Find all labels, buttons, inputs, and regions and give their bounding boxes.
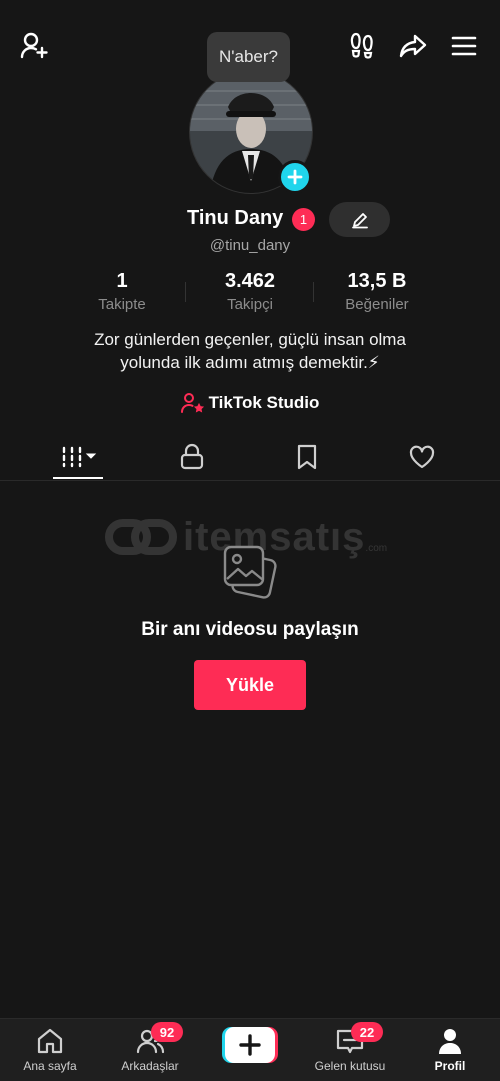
- tabs-divider: [0, 480, 500, 481]
- share-arrow-icon: [399, 34, 427, 58]
- menu-button[interactable]: [446, 28, 482, 64]
- profile-icon: [439, 1029, 461, 1054]
- home-icon: [37, 1028, 63, 1054]
- nav-profile[interactable]: Profil: [400, 1019, 500, 1081]
- empty-state-title: Bir anı videosu paylaşın: [141, 619, 359, 640]
- display-name: Tinu Dany: [187, 207, 284, 229]
- followers-stat[interactable]: 3.462 Takipçi: [190, 270, 310, 313]
- tab-liked[interactable]: [372, 434, 472, 480]
- following-label: Takipte: [98, 296, 146, 313]
- tiktok-studio-link[interactable]: TikTok Studio: [0, 392, 500, 414]
- tab-videos[interactable]: [28, 434, 128, 480]
- friends-badge: 92: [151, 1022, 183, 1042]
- bookmark-icon: [297, 444, 317, 470]
- hamburger-menu-icon: [451, 36, 477, 56]
- plus-icon: [287, 169, 303, 185]
- likes-stat[interactable]: 13,5 B Beğeniler: [317, 270, 437, 313]
- profile-views-button[interactable]: [344, 28, 380, 64]
- following-count: 1: [116, 270, 128, 292]
- stat-divider: [185, 282, 186, 302]
- tab-private[interactable]: [142, 434, 242, 480]
- stat-divider: [313, 282, 314, 302]
- content-tabs: [0, 434, 500, 480]
- likes-count: 13,5 B: [347, 270, 407, 292]
- share-profile-button[interactable]: [395, 28, 431, 64]
- followers-label: Takipçi: [227, 296, 273, 313]
- nav-friends[interactable]: 92 Arkadaşlar: [100, 1019, 200, 1081]
- name-badge: 1: [292, 208, 315, 231]
- person-plus-icon: [20, 32, 48, 59]
- pencil-icon: [351, 212, 368, 228]
- nav-friends-label: Arkadaşlar: [121, 1059, 179, 1073]
- inbox-badge: 22: [351, 1022, 383, 1042]
- note-bubble[interactable]: N'aber?: [207, 32, 290, 82]
- create-plus-icon: [222, 1027, 278, 1063]
- edit-profile-button[interactable]: [329, 202, 390, 237]
- add-friend-button[interactable]: [16, 28, 52, 64]
- nav-home[interactable]: Ana sayfa: [0, 1019, 100, 1081]
- bio-line-2: yolunda ilk adımı atmış demektir.⚡: [120, 353, 380, 372]
- footprints-icon: [350, 32, 373, 59]
- nav-create[interactable]: [200, 1019, 300, 1081]
- profile-bio: Zor günlerden geçenler, güçlü insan olma…: [50, 328, 450, 374]
- heart-icon: [409, 445, 435, 469]
- nav-inbox-label: Gelen kutusu: [314, 1059, 386, 1073]
- likes-label: Beğeniler: [345, 296, 409, 313]
- followers-count: 3.462: [224, 270, 276, 292]
- username: @tinu_dany: [209, 237, 291, 254]
- chain-link-logo: [105, 519, 177, 555]
- watermark-suffix: .com: [365, 543, 388, 554]
- active-tab-indicator: [53, 477, 103, 479]
- nav-home-label: Ana sayfa: [23, 1059, 77, 1073]
- lock-icon: [180, 443, 204, 470]
- tab-saved[interactable]: [257, 434, 357, 480]
- grid-icon: [62, 446, 97, 468]
- tiktok-studio-label: TikTok Studio: [208, 393, 320, 412]
- nav-inbox[interactable]: 22 Gelen kutusu: [300, 1019, 400, 1081]
- upload-button[interactable]: Yükle: [194, 660, 306, 710]
- bio-line-1: Zor günlerden geçenler, güçlü insan olma: [94, 330, 406, 349]
- note-bubble-text: N'aber?: [218, 47, 278, 66]
- photo-gallery-icon: [221, 543, 279, 603]
- nav-profile-label: Profil: [434, 1059, 466, 1073]
- following-stat[interactable]: 1 Takipte: [62, 270, 182, 313]
- person-star-icon: [180, 393, 204, 413]
- bottom-navigation: Ana sayfa 92 Arkadaşlar 22 Gelen kutusu: [0, 1018, 500, 1081]
- add-story-button[interactable]: [278, 160, 312, 194]
